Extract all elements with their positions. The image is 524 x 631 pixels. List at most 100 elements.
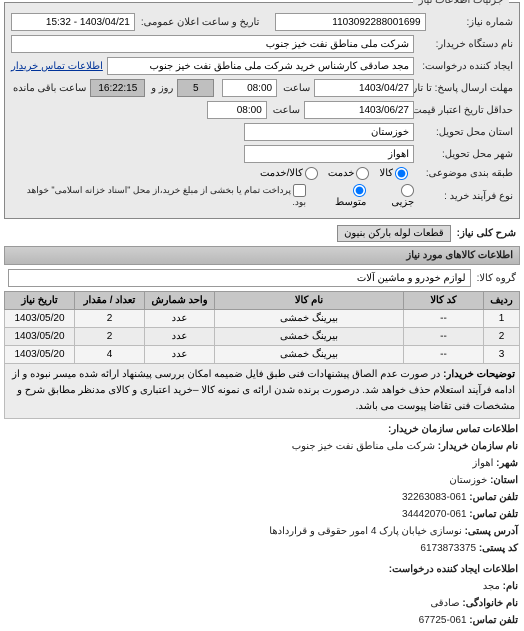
org-value: شرکت ملی مناطق نفت خیز جنوب <box>292 441 435 452</box>
cell-name: بیرینگ خمشی <box>215 310 404 328</box>
th-qty: تعداد / مقدار <box>75 292 145 310</box>
row-request-no: شماره نیاز: 1103092288001699 تاریخ و ساع… <box>11 13 513 31</box>
c-postcode-label: کد پستی: <box>479 543 518 554</box>
cell-unit: عدد <box>145 310 215 328</box>
th-name: نام کالا <box>215 292 404 310</box>
group-value: لوازم خودرو و ماشین آلات <box>8 269 471 287</box>
request-no-label: شماره نیاز: <box>430 17 513 28</box>
c-phone-label: تلفن تماس: <box>469 492 518 503</box>
proc-small-option[interactable]: جزیی <box>376 184 414 208</box>
announce-label: تاریخ و ساعت اعلان عمومی: <box>139 17 260 28</box>
c-fax-value: 061-34442070 <box>402 509 467 520</box>
remaining-time: 16:22:15 <box>90 79 145 97</box>
category-label: طبقه بندی موضوعی: <box>418 168 513 179</box>
day-label: روز و <box>149 83 173 94</box>
c-cphone-label: تلفن تماس: <box>469 615 518 626</box>
cell-date: 1403/05/20 <box>5 310 75 328</box>
row-province: استان محل تحویل: خوزستان <box>11 123 513 141</box>
need-title-label: شرح کلی نیاز: <box>455 228 516 239</box>
cell-name: بیرینگ خمشی <box>215 346 404 364</box>
cell-idx: 3 <box>484 346 520 364</box>
cell-unit: عدد <box>145 328 215 346</box>
cell-code: -- <box>404 328 484 346</box>
cat-goods-text: کالا <box>379 168 393 179</box>
th-unit: واحد شمارش <box>145 292 215 310</box>
cell-code: -- <box>404 310 484 328</box>
cell-name: بیرینگ خمشی <box>215 328 404 346</box>
c-city-label: شهر: <box>496 458 518 469</box>
cell-qty: 4 <box>75 346 145 364</box>
proc-small-text: جزیی <box>391 197 414 208</box>
desc-text: در صورت عدم الصاق پیشنهادات فنی طبق فایل… <box>12 369 515 412</box>
province-label: استان محل تحویل: <box>418 127 513 138</box>
proc-medium-radio[interactable] <box>353 184 366 197</box>
remaining-days: 5 <box>177 79 214 97</box>
c-postcode-value: 6173873375 <box>420 543 476 554</box>
contact-header: اطلاعات تماس سازمان خریدار: <box>6 421 518 438</box>
buyer-contact-link[interactable]: اطلاعات تماس خریدار <box>11 61 103 72</box>
table-desc-row: توضیحات خریدار: در صورت عدم الصاق پیشنها… <box>5 364 520 419</box>
items-section-bar: اطلاعات کالاهای مورد نیاز <box>4 246 520 265</box>
process-note-option[interactable]: پرداخت تمام یا بخشی از مبلغ خرید،از محل … <box>11 184 306 208</box>
desc-label: توضیحات خریدار: <box>443 369 515 380</box>
desc-cell: توضیحات خریدار: در صورت عدم الصاق پیشنها… <box>5 364 520 419</box>
row-validity: حداقل تاریخ اعتبار قیمت: تا تاریخ: 1403/… <box>11 101 513 119</box>
request-no-value: 1103092288001699 <box>275 13 425 31</box>
cat-goods-radio[interactable] <box>395 167 408 180</box>
cat-goods-service-option[interactable]: کالا/خدمت <box>260 167 318 180</box>
table-header-row: ردیف کد کالا نام کالا واحد شمارش تعداد /… <box>5 292 520 310</box>
th-date: تاریخ نیاز <box>5 292 75 310</box>
th-code: کد کالا <box>404 292 484 310</box>
cat-goods-option[interactable]: کالا <box>379 167 408 180</box>
cell-unit: عدد <box>145 346 215 364</box>
cat-service-option[interactable]: خدمت <box>328 167 370 180</box>
need-title-value: قطعات لوله بارکن بنیون <box>337 225 451 242</box>
c-family-label: نام خانوادگی: <box>462 598 518 609</box>
org-label: نام سازمان خریدار: <box>438 441 518 452</box>
c-phone-value: 061-32263083 <box>402 492 467 503</box>
c-name-label: نام: <box>503 581 518 592</box>
proc-medium-text: متوسط <box>335 197 366 208</box>
c-address-value: نوسازی خیابان پارک 4 امور حقوقی و قراردا… <box>269 526 461 537</box>
group-label: گروه کالا: <box>475 273 516 284</box>
cat-service-radio[interactable] <box>356 167 369 180</box>
row-buyer: نام دستگاه خریدار: شرکت ملی مناطق نفت خی… <box>11 35 513 53</box>
table-row: 1 -- بیرینگ خمشی عدد 2 1403/05/20 <box>5 310 520 328</box>
table-row: 2 -- بیرینگ خمشی عدد 2 1403/05/20 <box>5 328 520 346</box>
province-value: خوزستان <box>244 123 414 141</box>
process-note-checkbox[interactable] <box>293 184 306 197</box>
c-city-value: اهواز <box>473 458 494 469</box>
row-group: گروه کالا: لوازم خودرو و ماشین آلات <box>8 269 516 287</box>
cell-idx: 1 <box>484 310 520 328</box>
buyer-value: شرکت ملی مناطق نفت خیز جنوب <box>11 35 414 53</box>
proc-medium-option[interactable]: متوسط <box>320 184 366 208</box>
city-value: اهواز <box>244 145 414 163</box>
proc-small-radio[interactable] <box>401 184 414 197</box>
city-label: شهر محل تحویل: <box>418 149 513 160</box>
c-province-label: استان: <box>490 475 518 486</box>
cat-service-text: خدمت <box>328 168 355 179</box>
process-note-text: پرداخت تمام یا بخشی از مبلغ خرید،از محل … <box>27 185 306 207</box>
c-name-value: مجد <box>483 581 500 592</box>
remaining-suffix: ساعت باقی مانده <box>11 83 86 94</box>
deadline-reply-date: 1403/04/27 <box>314 79 414 97</box>
cell-qty: 2 <box>75 328 145 346</box>
buyer-label: نام دستگاه خریدار: <box>418 39 513 50</box>
cell-date: 1403/05/20 <box>5 346 75 364</box>
validity-time: 08:00 <box>207 101 267 119</box>
c-province-value: خوزستان <box>449 475 487 486</box>
row-city: شهر محل تحویل: اهواز <box>11 145 513 163</box>
cell-idx: 2 <box>484 328 520 346</box>
items-table: ردیف کد کالا نام کالا واحد شمارش تعداد /… <box>4 291 520 419</box>
cell-date: 1403/05/20 <box>5 328 75 346</box>
th-idx: ردیف <box>484 292 520 310</box>
cell-qty: 2 <box>75 310 145 328</box>
c-address-label: آدرس پستی: <box>465 526 518 537</box>
cat-goods-service-radio[interactable] <box>305 167 318 180</box>
row-creator: ایجاد کننده درخواست: مجد صادقی کارشناس خ… <box>11 57 513 75</box>
validity-date: 1403/06/27 <box>304 101 414 119</box>
time-label-1: ساعت <box>281 83 310 94</box>
c-fax-label: تلفن تماس: <box>469 509 518 520</box>
details-panel: جزئیات اطلاعات نیاز شماره نیاز: 11030922… <box>4 2 520 219</box>
c-family-value: صادقی <box>430 598 459 609</box>
